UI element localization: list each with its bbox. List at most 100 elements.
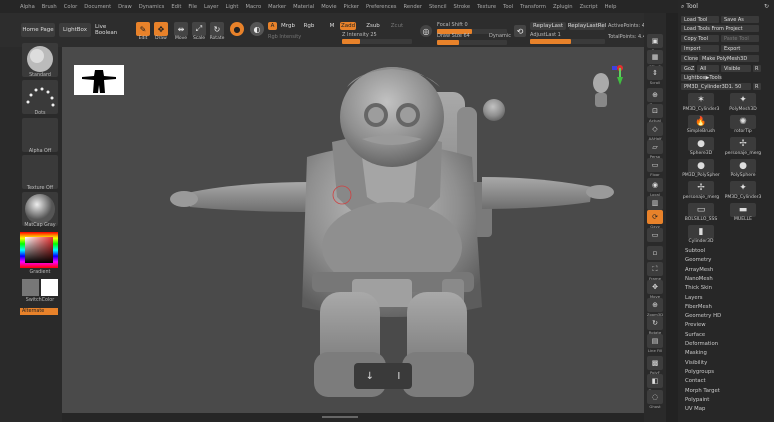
replay-last-button[interactable]: ReplayLast: [530, 22, 566, 30]
menu-item-dynamics[interactable]: Dynamics: [139, 4, 165, 10]
shelf-transp-button-19[interactable]: ◧Transp: [647, 374, 663, 393]
rgb-intensity-slider[interactable]: Rgb Intensity: [268, 33, 308, 40]
replay-icon-button[interactable]: ⟲: [514, 25, 526, 37]
shelf-spix-3-button-1[interactable]: ▦SPix 3: [647, 50, 663, 69]
tool-thumb-4[interactable]: ● Sphere3D: [680, 137, 722, 156]
menu-item-file[interactable]: File: [188, 4, 197, 10]
subpalette-geometry[interactable]: Geometry: [685, 257, 711, 263]
replay-last-rel-button[interactable]: ReplayLastRel: [568, 22, 606, 30]
make-polymesh-button[interactable]: Make PolyMesh3D: [699, 55, 759, 62]
mrgb-button[interactable]: Mrgb: [280, 22, 296, 30]
scrollbar-thumb[interactable]: [322, 416, 358, 418]
brush-standard-thumb[interactable]: [22, 43, 58, 77]
shelf-persp-button-6[interactable]: ▱ Persp: [647, 140, 663, 159]
subpalette-fibermesh[interactable]: FiberMesh: [685, 304, 712, 310]
menu-item-preferences[interactable]: Preferences: [366, 4, 397, 10]
document-canvas[interactable]: ↓ Ι: [62, 47, 644, 413]
zsub-button[interactable]: Zsub: [365, 22, 381, 30]
lightbox-tools-button[interactable]: Lightbox▶Tools: [681, 74, 722, 81]
axis-gizmo[interactable]: [610, 63, 626, 87]
shelf-line-fill-button-17[interactable]: ▤ Line Fill: [647, 334, 663, 353]
tool-thumb-6[interactable]: ● PM3D_PolySpher: [680, 159, 722, 178]
shelf-blank-button-11[interactable]: ▭: [647, 228, 663, 242]
menu-item-edit[interactable]: Edit: [171, 4, 181, 10]
tool-thumb-1[interactable]: ✦ PolyMesh3D: [722, 93, 764, 112]
menu-item-help[interactable]: Help: [605, 4, 617, 10]
load-tool-button[interactable]: Load Tool: [681, 16, 719, 23]
refresh-icon[interactable]: ↻: [764, 3, 769, 10]
text-cursor-icon[interactable]: Ι: [397, 371, 400, 382]
draw-button[interactable]: ✥ Draw: [154, 22, 168, 41]
shelf-local-button-8[interactable]: ◉ Local: [647, 178, 663, 197]
menu-item-zscript[interactable]: Zscript: [580, 4, 598, 10]
menu-item-layer[interactable]: Layer: [204, 4, 218, 10]
color-picker[interactable]: [20, 232, 58, 268]
menu-item-light[interactable]: Light: [226, 4, 239, 10]
character-model[interactable]: [62, 47, 644, 413]
menu-item-brush[interactable]: Brush: [42, 4, 57, 10]
menu-item-stencil[interactable]: Stencil: [429, 4, 447, 10]
shelf-polyf-button-18[interactable]: ▩ PolyF: [647, 356, 663, 375]
clone-button[interactable]: Clone: [681, 55, 698, 62]
z-intensity-slider[interactable]: [342, 39, 412, 44]
scale-button[interactable]: ⤢ Scale: [192, 22, 206, 41]
rgb-button[interactable]: Rgb: [303, 22, 315, 30]
subpalette-morph-target[interactable]: Morph Target: [685, 388, 720, 394]
material-sphere-button[interactable]: ●: [230, 22, 244, 36]
live-boolean-button[interactable]: Live Boolean: [95, 23, 129, 37]
tool-thumb-9[interactable]: ✦ PM3D_Cylinder3: [722, 181, 764, 200]
subpalette-thick-skin[interactable]: Thick Skin: [685, 285, 712, 291]
shelf-blank-button-12[interactable]: ▫: [647, 246, 663, 260]
menu-item-material[interactable]: Material: [293, 4, 314, 10]
shelf-ghost-button-20[interactable]: ◌ Ghost: [647, 390, 663, 409]
menu-item-tool[interactable]: Tool: [503, 4, 513, 10]
menu-item-document[interactable]: Document: [84, 4, 111, 10]
goz-r-button[interactable]: R: [753, 65, 761, 72]
tool-thumb-3[interactable]: ✺ rotorTip: [722, 115, 764, 134]
import-button[interactable]: Import: [681, 45, 719, 52]
subpalette-contact[interactable]: Contact: [685, 378, 706, 384]
draw-size-slider[interactable]: [437, 40, 507, 45]
shelf-aahalf-button-5[interactable]: ◇ AAHalf: [647, 122, 663, 141]
move-button[interactable]: ⇹ Move: [174, 22, 188, 41]
shelf-gxyz-button-10[interactable]: ⟳ Gxyz: [647, 210, 663, 229]
menu-item-picker[interactable]: Picker: [344, 4, 359, 10]
subpalette-surface[interactable]: Surface: [685, 332, 705, 338]
shelf-bpr-button-0[interactable]: ▣Bpr: [647, 34, 663, 53]
load-tools-from-project-button[interactable]: Load Tools From Project: [681, 25, 759, 32]
tool-thumb-2[interactable]: 🔥 SimpleBrush: [680, 115, 722, 134]
tool-thumb-5[interactable]: ✢ personaje_merg: [722, 137, 764, 156]
shelf-zoom3d-button-15[interactable]: ⊕ Zoom3D: [647, 298, 663, 317]
alternate-button[interactable]: Alternate: [20, 308, 58, 315]
menu-item-render[interactable]: Render: [404, 4, 422, 10]
menu-item-alpha[interactable]: Alpha: [20, 4, 35, 10]
navigation-head[interactable]: [590, 69, 612, 109]
save-as-button[interactable]: Save As: [721, 16, 759, 23]
lightbox-button[interactable]: LightBox: [59, 23, 91, 37]
secondary-color-swatch[interactable]: [41, 279, 58, 296]
texture-thumb[interactable]: [22, 155, 58, 189]
primary-color-swatch[interactable]: [22, 279, 39, 296]
tool-thumb-10[interactable]: ▭ BOLSILLO_SSS: [680, 203, 722, 222]
goz-visible-button[interactable]: Visible: [721, 65, 751, 72]
shelf-move-button-14[interactable]: ✥ Move: [647, 280, 663, 299]
subpalette-polygroups[interactable]: Polygroups: [685, 369, 714, 375]
zadd-button[interactable]: Zadd: [340, 22, 356, 30]
adjust-last-slider[interactable]: [530, 39, 605, 44]
current-tool-slider[interactable]: PM3D_Cylinder3D1. 50: [681, 83, 751, 90]
m-button[interactable]: M: [328, 22, 336, 30]
copy-tool-button[interactable]: Copy Tool: [681, 35, 719, 42]
switch-color-label[interactable]: SwitchColor: [18, 298, 62, 303]
menu-item-texture[interactable]: Texture: [477, 4, 496, 10]
goz-button[interactable]: GoZ: [681, 65, 695, 72]
menu-item-macro[interactable]: Macro: [245, 4, 261, 10]
zcut-button[interactable]: Zcut: [390, 22, 404, 30]
export-button[interactable]: Export: [721, 45, 759, 52]
subpalette-preview[interactable]: Preview: [685, 322, 706, 328]
tool-thumb-11[interactable]: ▬ MUELLE: [722, 203, 764, 222]
subpalette-arraymesh[interactable]: ArrayMesh: [685, 267, 713, 273]
canvas-horizontal-scrollbar[interactable]: [62, 413, 644, 422]
matcap-thumb[interactable]: [22, 192, 58, 226]
subpalette-layers[interactable]: Layers: [685, 295, 703, 301]
shelf-floor-button-7[interactable]: ▭ Floor: [647, 158, 663, 177]
